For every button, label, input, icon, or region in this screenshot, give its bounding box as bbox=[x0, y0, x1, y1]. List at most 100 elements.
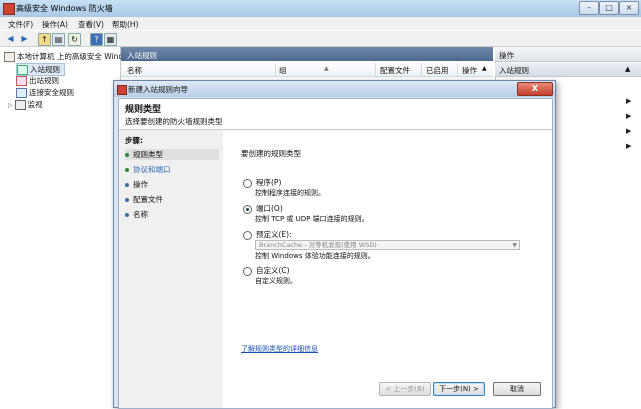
step-action[interactable]: 操作 bbox=[125, 179, 219, 190]
menu-bar: 文件(F) 操作(A) 查看(V) 帮助(H) bbox=[0, 17, 641, 30]
next-button[interactable]: 下一步(N) > bbox=[433, 382, 485, 396]
close-button[interactable]: × bbox=[619, 1, 639, 15]
new-inbound-rule-wizard: 新建入站规则向导 X 规则类型 选择要创建的防火墙规则类型 步骤: 规则类型 协… bbox=[113, 80, 556, 409]
step-protocol-ports[interactable]: 协议和端口 bbox=[125, 164, 219, 175]
dialog-header: 规则类型 选择要创建的防火墙规则类型 bbox=[119, 99, 552, 130]
submenu-arrow-icon[interactable]: ▶ bbox=[626, 112, 631, 120]
step-label: 协议和端口 bbox=[133, 165, 171, 174]
option-port[interactable]: 端口(O) bbox=[243, 203, 283, 214]
tree-item-label: 连接安全规则 bbox=[29, 88, 74, 97]
monitor-icon bbox=[14, 100, 26, 110]
option-custom[interactable]: 自定义(C) bbox=[243, 265, 290, 276]
step-name[interactable]: 名称 bbox=[125, 209, 219, 220]
dialog-close-button[interactable]: X bbox=[517, 82, 553, 96]
step-rule-type[interactable]: 规则类型 bbox=[125, 149, 219, 160]
properties-icon[interactable]: ▦ bbox=[104, 33, 117, 46]
window-titlebar: 高级安全 Windows 防火墙 – □ × bbox=[0, 0, 641, 18]
column-action[interactable]: 操作 bbox=[462, 65, 477, 76]
refresh-icon[interactable]: ↻ bbox=[68, 33, 81, 46]
menu-help[interactable]: 帮助(H) bbox=[112, 19, 139, 30]
custom-radio[interactable] bbox=[243, 266, 252, 276]
back-arrow-icon[interactable]: ◀ bbox=[5, 33, 16, 44]
actions-subtitle: 入站规则 bbox=[499, 66, 529, 75]
column-group[interactable]: 组 bbox=[279, 65, 287, 76]
actions-subheader[interactable]: 入站规则 ▲ bbox=[495, 63, 641, 77]
expand-arrow-icon[interactable]: ▷ bbox=[8, 102, 13, 109]
tree-root[interactable]: 本地计算机 上的高级安全 Windo bbox=[4, 51, 128, 62]
tree-root-label: 本地计算机 上的高级安全 Windo bbox=[17, 52, 128, 61]
help-icon[interactable]: ? bbox=[90, 33, 103, 46]
port-radio[interactable] bbox=[243, 204, 252, 214]
show-hide-tree-icon[interactable]: ▤ bbox=[52, 33, 65, 46]
computer-icon bbox=[4, 52, 15, 62]
dropdown-arrow-icon: ▼ bbox=[512, 242, 517, 249]
column-profile[interactable]: 配置文件 bbox=[380, 65, 410, 76]
step-profile[interactable]: 配置文件 bbox=[125, 194, 219, 205]
option-port-desc: 控制 TCP 或 UDP 端口连接的规则。 bbox=[255, 215, 369, 223]
option-label: 端口(O) bbox=[256, 204, 283, 213]
toolbar: ◀ ▶ ↑ ▤ ↻ ? ▦ bbox=[0, 31, 641, 47]
navigation-tree: 本地计算机 上的高级安全 Windo 入站规则 出站规则 连接安全规则 ▷ 监视 bbox=[0, 47, 128, 406]
step-label: 名称 bbox=[133, 210, 148, 219]
rules-pane-title: 入站规则 bbox=[127, 51, 157, 60]
dialog-titlebar: 新建入站规则向导 X bbox=[114, 81, 555, 97]
tree-item-label: 出站规则 bbox=[29, 76, 59, 85]
collapse-arrow-icon[interactable]: ▲ bbox=[625, 65, 630, 73]
option-program-desc: 控制程序连接的规则。 bbox=[255, 189, 325, 197]
step-bullet-icon bbox=[125, 198, 129, 202]
wizard-steps: 步骤: 规则类型 协议和端口 操作 配置文件 名称 bbox=[119, 130, 221, 408]
tree-item-outbound-rules[interactable]: 出站规则 bbox=[16, 75, 59, 86]
tree-item-label: 监视 bbox=[27, 100, 43, 109]
option-label: 程序(P) bbox=[256, 178, 282, 187]
minimize-button[interactable]: – bbox=[579, 1, 599, 15]
rules-pane-header: 入站规则 bbox=[121, 47, 493, 61]
up-folder-icon[interactable]: ↑ bbox=[38, 33, 51, 46]
step-bullet-icon bbox=[125, 213, 129, 217]
menu-file[interactable]: 文件(F) bbox=[8, 19, 33, 30]
maximize-button[interactable]: □ bbox=[599, 1, 619, 15]
menu-view[interactable]: 查看(V) bbox=[78, 19, 104, 30]
option-predefined-desc: 控制 Windows 体验功能连接的规则。 bbox=[255, 252, 375, 260]
wizard-content: 要创建的规则类型 程序(P) 控制程序连接的规则。 端口(O) 控制 TCP 或… bbox=[223, 130, 552, 408]
learn-more-link[interactable]: 了解规则类型的详细信息 bbox=[241, 344, 318, 354]
step-current-bullet-icon bbox=[125, 153, 129, 157]
predefined-radio[interactable] bbox=[243, 230, 252, 240]
cancel-button[interactable]: 取消 bbox=[493, 382, 541, 396]
predefined-select-value: BranchCache - 对等机发现(使用 WSD) bbox=[259, 241, 377, 249]
step-bullet-icon bbox=[125, 168, 129, 172]
submenu-arrow-icon[interactable]: ▶ bbox=[626, 97, 631, 105]
tree-item-monitoring[interactable]: ▷ 监视 bbox=[8, 99, 43, 110]
tree-item-connection-security-rules[interactable]: 连接安全规则 bbox=[16, 87, 74, 98]
wizard-icon bbox=[117, 85, 127, 95]
actions-header: 操作 bbox=[495, 47, 641, 62]
inbound-rules-icon bbox=[17, 65, 28, 75]
menu-action[interactable]: 操作(A) bbox=[42, 19, 68, 30]
rule-type-question: 要创建的规则类型 bbox=[241, 149, 301, 158]
column-enabled[interactable]: 已启用 bbox=[426, 65, 449, 76]
option-predefined[interactable]: 预定义(E): bbox=[243, 229, 292, 240]
step-label: 规则类型 bbox=[133, 150, 163, 159]
step-bullet-icon bbox=[125, 183, 129, 187]
submenu-arrow-icon[interactable]: ▶ bbox=[626, 127, 631, 135]
step-label: 配置文件 bbox=[133, 195, 163, 204]
dialog-title: 新建入站规则向导 bbox=[128, 85, 188, 94]
option-label: 自定义(C) bbox=[256, 266, 290, 275]
back-button[interactable]: < 上一步(B) bbox=[379, 382, 431, 396]
column-headers: 名称 组 ▲ 配置文件 已启用 操作 ▲ bbox=[121, 63, 493, 77]
scroll-up-icon[interactable]: ▲ bbox=[482, 65, 487, 72]
firewall-app-icon bbox=[3, 3, 15, 15]
option-label: 预定义(E): bbox=[256, 230, 292, 239]
program-radio[interactable] bbox=[243, 178, 252, 188]
dialog-body: 规则类型 选择要创建的防火墙规则类型 步骤: 规则类型 协议和端口 操作 配置文… bbox=[118, 98, 553, 409]
dialog-subheading: 选择要创建的防火墙规则类型 bbox=[125, 117, 223, 126]
sort-ascending-icon: ▲ bbox=[324, 65, 329, 72]
option-custom-desc: 自定义规则。 bbox=[255, 277, 297, 285]
tree-item-label: 入站规则 bbox=[30, 65, 60, 74]
forward-arrow-icon[interactable]: ▶ bbox=[19, 33, 30, 44]
submenu-arrow-icon[interactable]: ▶ bbox=[626, 142, 631, 150]
option-program[interactable]: 程序(P) bbox=[243, 177, 281, 188]
predefined-select[interactable]: BranchCache - 对等机发现(使用 WSD) ▼ bbox=[255, 240, 520, 250]
column-name[interactable]: 名称 bbox=[127, 65, 142, 76]
steps-title: 步骤: bbox=[125, 136, 143, 145]
actions-title: 操作 bbox=[499, 51, 514, 60]
